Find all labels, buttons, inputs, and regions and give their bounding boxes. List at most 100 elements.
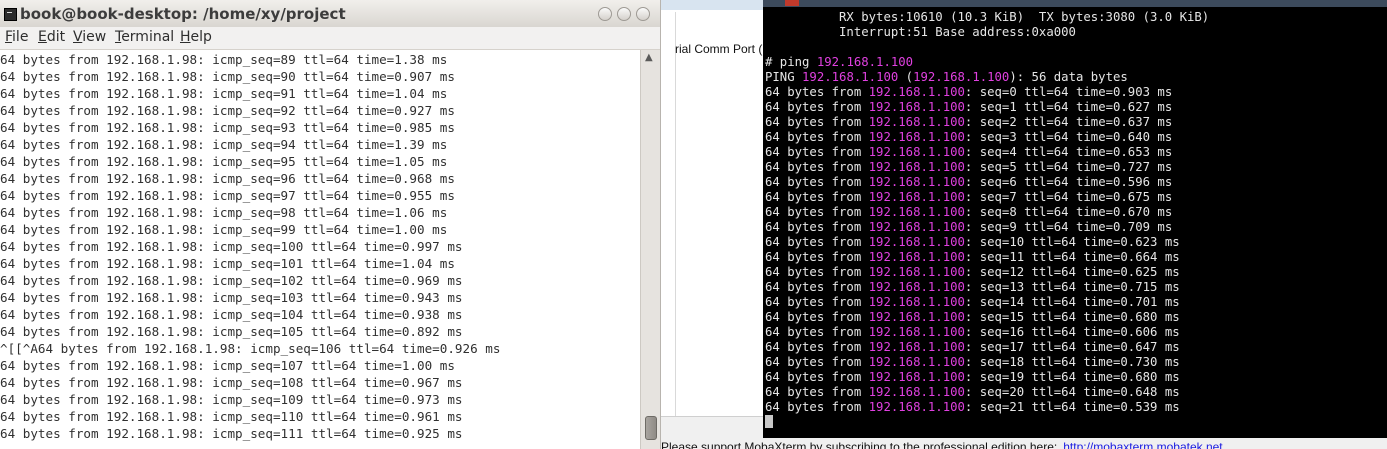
- reply-ttl: 64: [1061, 400, 1076, 414]
- maximize-icon[interactable]: [617, 7, 631, 21]
- reply-time: 0.637: [1113, 115, 1151, 129]
- window-titlebar[interactable]: book@book-desktop: /home/xy/project: [0, 0, 660, 28]
- ip-address: 192.168.1.100: [868, 160, 965, 174]
- terminal-output-left[interactable]: 64 bytes from 192.168.1.98: icmp_seq=89 …: [0, 50, 640, 449]
- menu-view[interactable]: View: [73, 29, 106, 45]
- terminal-line: 64 bytes from 192.168.1.98: icmp_seq=105…: [0, 324, 463, 339]
- menu-terminal[interactable]: Terminal: [115, 29, 174, 45]
- status-bar: Please support MobaXterm by subscribing …: [661, 438, 1387, 449]
- reply-time: 0.648: [1120, 385, 1158, 399]
- terminal-lines-right: RX bytes:10610 (10.3 KiB) TX bytes:3080 …: [765, 10, 1209, 415]
- terminal-line: 64 bytes from 192.168.1.98: icmp_seq=89 …: [0, 52, 448, 67]
- terminal-line: 64 bytes from 192.168.1.98: icmp_seq=90 …: [0, 69, 455, 84]
- reply-ttl: 64: [1053, 100, 1069, 114]
- ip-address: 192.168.1.100: [868, 400, 965, 414]
- ping-reply-line: 64 bytes from 192.168.1.100: seq=9 ttl=6…: [765, 220, 1173, 234]
- terminal-line: Interrupt:51 Base address:0xa000: [765, 25, 1076, 39]
- ping-reply-line: 64 bytes from 192.168.1.100: seq=15 ttl=…: [765, 310, 1180, 324]
- reply-time: 0.623: [1120, 235, 1158, 249]
- ip-address: 192.168.1.100: [868, 340, 965, 354]
- reply-prefix: 64 bytes from: [765, 370, 869, 384]
- terminal-line: 64 bytes from 192.168.1.98: icmp_seq=94 …: [0, 137, 448, 152]
- ip-address: 192.168.1.100: [868, 130, 965, 144]
- terminal-line: 64 bytes from 192.168.1.98: icmp_seq=104…: [0, 307, 463, 322]
- reply-time: 0.647: [1120, 340, 1158, 354]
- reply-seq: 20: [1009, 385, 1025, 399]
- ping-reply-line: 64 bytes from 192.168.1.100: seq=18 ttl=…: [765, 355, 1180, 369]
- menu-file[interactable]: File: [5, 29, 28, 45]
- reply-ttl: 64: [1053, 145, 1069, 159]
- menu-help[interactable]: Help: [180, 29, 212, 45]
- session-icon: [785, 0, 799, 6]
- ping-reply-line: 64 bytes from 192.168.1.100: seq=19 ttl=…: [765, 370, 1180, 384]
- ip-address: 192.168.1.100: [868, 85, 965, 99]
- reply-prefix: 64 bytes from: [765, 265, 869, 279]
- status-link[interactable]: http://mobaxterm.mobatek.net: [1063, 440, 1222, 449]
- reply-seq: 12: [1009, 265, 1025, 279]
- reply-time: 0.670: [1113, 205, 1151, 219]
- close-icon[interactable]: [636, 7, 650, 21]
- ping-mid: (: [898, 70, 914, 84]
- menu-edit[interactable]: Edit: [38, 29, 65, 45]
- reply-prefix: 64 bytes from: [765, 115, 869, 129]
- reply-seq: 1: [1009, 100, 1017, 114]
- reply-ttl: 64: [1053, 220, 1069, 234]
- ping-reply-line: 64 bytes from 192.168.1.100: seq=21 ttl=…: [765, 400, 1180, 414]
- reply-ttl: 64: [1061, 355, 1076, 369]
- reply-ttl: 64: [1061, 310, 1076, 324]
- terminal-line: 64 bytes from 192.168.1.98: icmp_seq=110…: [0, 409, 463, 424]
- ping-header-line: PING 192.168.1.100 (192.168.1.100): 56 d…: [765, 70, 1209, 85]
- ping-reply-line: 64 bytes from 192.168.1.100: seq=14 ttl=…: [765, 295, 1180, 309]
- scroll-up-icon[interactable]: ▲: [645, 52, 653, 63]
- terminal-line: ^[[^A64 bytes from 192.168.1.98: icmp_se…: [0, 341, 501, 356]
- scrollbar-thumb[interactable]: [645, 416, 657, 440]
- reply-ttl: 64: [1053, 205, 1069, 219]
- terminal-line: 64 bytes from 192.168.1.98: icmp_seq=103…: [0, 290, 463, 305]
- reply-prefix: 64 bytes from: [765, 325, 869, 339]
- app-footer: [661, 416, 763, 439]
- reply-seq: 10: [1009, 235, 1025, 249]
- ip-address: 192.168.1.100: [868, 115, 965, 129]
- reply-seq: 5: [1009, 160, 1017, 174]
- app-title-strip: [661, 0, 763, 10]
- reply-prefix: 64 bytes from: [765, 250, 869, 264]
- terminal-line: RX bytes:10610 (10.3 KiB) TX bytes:3080 …: [765, 10, 1210, 24]
- ping-reply-line: 64 bytes from 192.168.1.100: seq=17 ttl=…: [765, 340, 1180, 354]
- terminal-output-right[interactable]: RX bytes:10610 (10.3 KiB) TX bytes:3080 …: [763, 7, 1387, 438]
- ip-address: 192.168.1.100: [868, 370, 965, 384]
- terminal-line: 64 bytes from 192.168.1.98: icmp_seq=101…: [0, 256, 455, 271]
- reply-prefix: 64 bytes from: [765, 160, 869, 174]
- menu-bar: File Edit View Terminal Help: [0, 27, 660, 50]
- ip-address: 192.168.1.100: [868, 250, 965, 264]
- reply-prefix: 64 bytes from: [765, 355, 869, 369]
- minimize-icon[interactable]: [598, 7, 612, 21]
- reply-prefix: 64 bytes from: [765, 400, 869, 414]
- terminal-line: 64 bytes from 192.168.1.98: icmp_seq=95 …: [0, 154, 448, 169]
- reply-prefix: 64 bytes from: [765, 190, 869, 204]
- reply-time: 0.701: [1120, 295, 1158, 309]
- reply-seq: 15: [1009, 310, 1025, 324]
- ping-reply-line: 64 bytes from 192.168.1.100: seq=4 ttl=6…: [765, 145, 1173, 159]
- reply-seq: 18: [1009, 355, 1025, 369]
- serial-port-label[interactable]: rial Comm Port (C: [675, 42, 771, 56]
- session-tab-strip[interactable]: [763, 0, 1387, 7]
- vertical-scrollbar[interactable]: ▲: [640, 50, 660, 449]
- reply-prefix: 64 bytes from: [765, 340, 869, 354]
- reply-ttl: 64: [1061, 265, 1076, 279]
- reply-seq: 19: [1009, 370, 1025, 384]
- reply-prefix: 64 bytes from: [765, 310, 869, 324]
- reply-ttl: 64: [1053, 85, 1069, 99]
- reply-prefix: 64 bytes from: [765, 100, 869, 114]
- reply-time: 0.664: [1120, 250, 1158, 264]
- reply-seq: 7: [1009, 190, 1017, 204]
- terminal-line: 64 bytes from 192.168.1.98: icmp_seq=97 …: [0, 188, 455, 203]
- ping-reply-line: 64 bytes from 192.168.1.100: seq=16 ttl=…: [765, 325, 1180, 339]
- reply-time: 0.680: [1120, 310, 1158, 324]
- ping-reply-line: 64 bytes from 192.168.1.100: seq=10 ttl=…: [765, 235, 1180, 249]
- reply-seq: 17: [1009, 340, 1025, 354]
- reply-seq: 16: [1009, 325, 1025, 339]
- reply-prefix: 64 bytes from: [765, 175, 869, 189]
- terminal-line: 64 bytes from 192.168.1.98: icmp_seq=93 …: [0, 120, 455, 135]
- reply-time: 0.606: [1120, 325, 1158, 339]
